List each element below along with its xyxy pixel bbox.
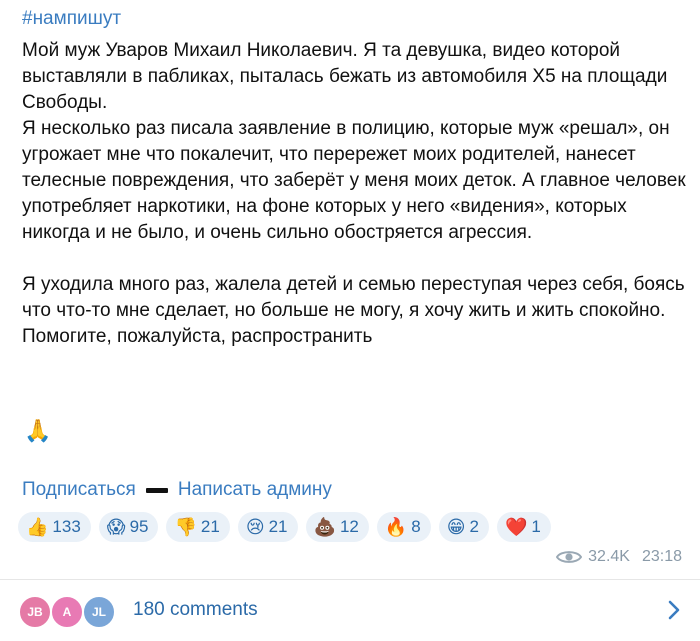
post-links: Подписаться Написать админу: [22, 478, 332, 502]
thumbs-down-icon: 👎: [174, 517, 197, 537]
reaction-count: 21: [200, 517, 220, 536]
chevron-right-icon: [668, 600, 680, 620]
poop-icon: 💩: [313, 517, 336, 537]
grin-icon: 😁: [446, 517, 466, 537]
avatar: JL: [82, 595, 116, 629]
reaction-count: 1: [531, 517, 541, 536]
reaction-thumbs-up[interactable]: 👍 133: [18, 512, 91, 542]
dash-icon: [145, 487, 168, 493]
hashtag-link[interactable]: #нампишут: [22, 7, 121, 31]
heart-icon: ❤️: [504, 517, 528, 537]
view-count: 32.4K: [588, 548, 630, 565]
avatar: A: [50, 595, 84, 629]
post-time: 23:18: [641, 548, 682, 565]
eye-icon: [556, 551, 583, 563]
reaction-cry[interactable]: 😢 21: [237, 512, 298, 542]
write-admin-link[interactable]: Написать админу: [178, 478, 332, 502]
reaction-poop[interactable]: 💩 12: [305, 512, 369, 542]
thumbs-up-icon: 👍: [26, 517, 49, 537]
commenter-avatars: JB A JL: [18, 595, 128, 629]
crying-face-icon: 😢: [245, 517, 265, 537]
reaction-fire[interactable]: 🔥 8: [376, 512, 431, 542]
reaction-scream[interactable]: 😱 95: [98, 512, 159, 542]
comments-count-label: 180 comments: [133, 599, 258, 620]
reaction-count: 8: [411, 517, 421, 536]
comments-button[interactable]: JB A JL 180 comments: [0, 580, 700, 641]
reaction-count: 95: [129, 517, 149, 536]
reaction-grin[interactable]: 😁 2: [438, 512, 489, 542]
post-text: Мой муж Уваров Михаил Николаевич. Я та д…: [22, 38, 687, 350]
reaction-count: 21: [268, 517, 288, 536]
post-paragraph-3: Я уходила много раз, жалела детей и семь…: [22, 274, 685, 347]
avatar: JB: [18, 595, 52, 629]
reactions-bar: 👍 133 😱 95 👎 21 😢 21 💩 12 🔥 8 😁 2 ❤️ 1: [18, 512, 551, 542]
fire-icon: 🔥: [384, 517, 408, 537]
channel-post: #нампишут Мой муж Уваров Михаил Николаев…: [0, 0, 700, 641]
post-meta: 32.4K 23:18: [556, 548, 682, 566]
reaction-count: 2: [469, 517, 479, 536]
reaction-thumbs-down[interactable]: 👎 21: [166, 512, 230, 542]
post-paragraph-1: Мой муж Уваров Михаил Николаевич. Я та д…: [22, 40, 668, 113]
subscribe-link[interactable]: Подписаться: [22, 478, 136, 502]
reaction-heart[interactable]: ❤️ 1: [496, 512, 551, 542]
post-paragraph-2: Я несколько раз писала заявление в полиц…: [22, 118, 686, 243]
reaction-count: 133: [52, 517, 81, 536]
reaction-count: 12: [339, 517, 359, 536]
pray-emoji: 🙏: [24, 418, 52, 443]
scream-icon: 😱: [106, 517, 126, 537]
